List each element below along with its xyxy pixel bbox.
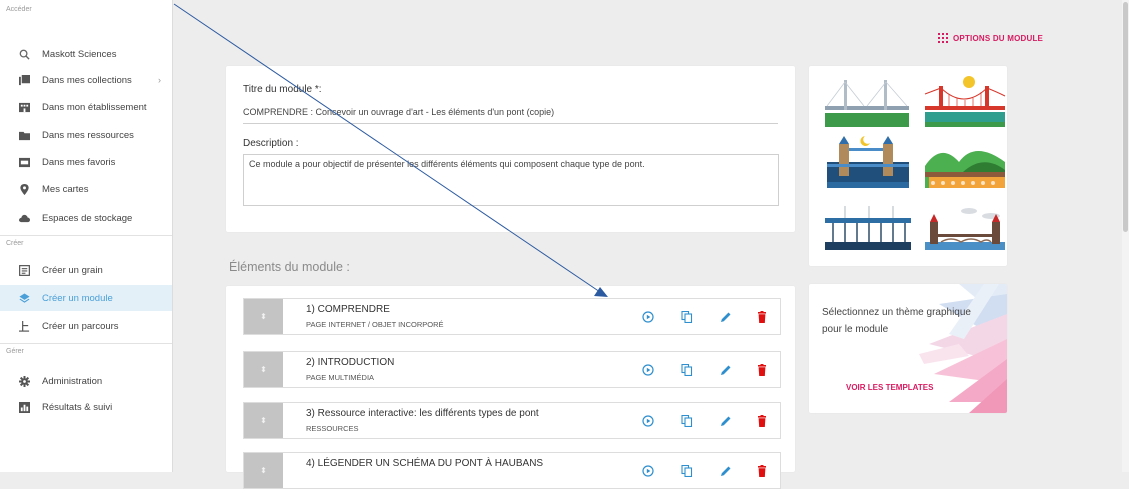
drag-handle[interactable]: ⬍ bbox=[244, 299, 283, 334]
element-title: 3) Ressource interactive: les différents… bbox=[306, 408, 539, 419]
collections-icon bbox=[19, 74, 30, 86]
play-icon[interactable] bbox=[642, 465, 654, 477]
sidebar-item-favoris[interactable]: Dans mes favoris bbox=[0, 149, 172, 175]
search-icon bbox=[19, 49, 30, 60]
element-row[interactable]: ⬍ 3) Ressource interactive: les différen… bbox=[243, 402, 781, 439]
copy-icon[interactable] bbox=[681, 364, 693, 376]
sidebar-section-manage: Gérer bbox=[6, 348, 24, 355]
sidebar-item-etablissement[interactable]: Dans mon établissement bbox=[0, 94, 172, 120]
element-title: 4) LÉGENDER UN SCHÉMA DU PONT À HAUBANS bbox=[306, 458, 544, 469]
element-type: PAGE INTERNET / OBJET INCORPORÉ bbox=[306, 320, 444, 329]
element-row[interactable]: ⬍ 1) COMPRENDRE PAGE INTERNET / OBJET IN… bbox=[243, 298, 781, 335]
delete-icon[interactable] bbox=[756, 364, 768, 376]
drag-handle[interactable]: ⬍ bbox=[244, 453, 283, 488]
folder-icon bbox=[19, 130, 30, 141]
gear-icon bbox=[19, 375, 30, 387]
map-pin-icon bbox=[19, 183, 30, 195]
element-title: 2) INTRODUCTION bbox=[306, 357, 395, 368]
play-icon[interactable] bbox=[642, 311, 654, 323]
delete-icon[interactable] bbox=[756, 311, 768, 323]
edit-icon[interactable] bbox=[720, 465, 732, 477]
play-icon[interactable] bbox=[642, 415, 654, 427]
element-type: RESSOURCES bbox=[306, 424, 359, 433]
sidebar-item-label: Créer un parcours bbox=[42, 320, 119, 332]
title-input[interactable]: COMPRENDRE : Concevoir un ouvrage d'art … bbox=[243, 107, 778, 124]
module-options-button[interactable]: OPTIONS DU MODULE bbox=[938, 33, 1043, 43]
module-options-label: OPTIONS DU MODULE bbox=[953, 33, 1044, 43]
sidebar-item-label: Espaces de stockage bbox=[42, 212, 133, 224]
sidebar-item-maskott-sciences[interactable]: Maskott Sciences bbox=[0, 41, 172, 67]
element-row[interactable]: ⬍ 2) INTRODUCTION PAGE MULTIMÉDIA bbox=[243, 351, 781, 388]
path-icon bbox=[19, 320, 30, 332]
sidebar-item-label: Administration bbox=[42, 375, 103, 387]
building-icon bbox=[19, 102, 30, 113]
view-templates-link[interactable]: VOIR LES TEMPLATES bbox=[846, 383, 933, 392]
sidebar-item-administration[interactable]: Administration bbox=[0, 368, 172, 394]
favorites-icon bbox=[19, 157, 30, 168]
title-label: Titre du module *: bbox=[243, 84, 322, 95]
theme-selector-text: Sélectionnez un thème graphique pour le … bbox=[822, 307, 971, 335]
sidebar-item-label: Dans mes collections bbox=[42, 74, 132, 86]
element-type: PAGE MULTIMÉDIA bbox=[306, 373, 375, 382]
theme-preview-card[interactable] bbox=[809, 66, 1007, 266]
elements-section-title: Éléments du module : bbox=[229, 260, 350, 274]
sidebar-item-ressources[interactable]: Dans mes ressources bbox=[0, 122, 172, 148]
sidebar-divider bbox=[0, 235, 172, 236]
grain-icon bbox=[19, 264, 30, 276]
grid-icon bbox=[938, 33, 948, 43]
delete-icon[interactable] bbox=[756, 415, 768, 427]
sidebar: Accéder Maskott Sciences Dans mes collec… bbox=[0, 0, 173, 472]
sidebar-section-access: Accéder bbox=[6, 6, 32, 13]
copy-icon[interactable] bbox=[681, 311, 693, 323]
description-textarea[interactable]: Ce module a pour objectif de présenter l… bbox=[243, 154, 779, 206]
copy-icon[interactable] bbox=[681, 415, 693, 427]
drag-handle[interactable]: ⬍ bbox=[244, 403, 283, 438]
scrollbar-thumb[interactable] bbox=[1123, 2, 1128, 232]
module-form-card: Titre du module *: COMPRENDRE : Concevoi… bbox=[226, 66, 795, 232]
play-icon[interactable] bbox=[642, 364, 654, 376]
sidebar-item-label: Créer un grain bbox=[42, 264, 103, 276]
layers-icon bbox=[19, 292, 30, 304]
page-scrollbar[interactable] bbox=[1122, 0, 1129, 472]
sidebar-item-stockage[interactable]: Espaces de stockage bbox=[0, 205, 172, 231]
edit-icon[interactable] bbox=[720, 364, 732, 376]
edit-icon[interactable] bbox=[720, 415, 732, 427]
sidebar-item-creer-parcours[interactable]: Créer un parcours bbox=[0, 313, 172, 339]
element-title: 1) COMPRENDRE bbox=[306, 304, 390, 315]
element-row[interactable]: ⬍ 4) LÉGENDER UN SCHÉMA DU PONT À HAUBAN… bbox=[243, 452, 781, 489]
bridge-illustrations-image bbox=[825, 76, 1006, 250]
sidebar-item-label: Dans mon établissement bbox=[42, 101, 147, 113]
drag-handle-icon: ⬍ bbox=[260, 365, 267, 374]
copy-icon[interactable] bbox=[681, 465, 693, 477]
sidebar-section-create: Créer bbox=[6, 240, 24, 247]
sidebar-item-label: Mes cartes bbox=[42, 183, 89, 195]
cloud-icon bbox=[19, 213, 30, 224]
sidebar-item-label: Dans mes ressources bbox=[42, 129, 134, 141]
delete-icon[interactable] bbox=[756, 465, 768, 477]
sidebar-item-creer-grain[interactable]: Créer un grain bbox=[0, 257, 172, 283]
drag-handle-icon: ⬍ bbox=[260, 416, 267, 425]
sidebar-item-cartes[interactable]: Mes cartes bbox=[0, 176, 172, 202]
edit-icon[interactable] bbox=[720, 311, 732, 323]
sidebar-item-label: Maskott Sciences bbox=[42, 48, 117, 60]
drag-handle-icon: ⬍ bbox=[260, 466, 267, 475]
drag-handle[interactable]: ⬍ bbox=[244, 352, 283, 387]
sidebar-item-label: Dans mes favoris bbox=[42, 156, 116, 168]
chevron-right-icon: › bbox=[158, 75, 161, 85]
sidebar-divider bbox=[0, 343, 172, 344]
sidebar-item-resultats[interactable]: Résultats & suivi bbox=[0, 394, 172, 420]
sidebar-item-collections[interactable]: Dans mes collections › bbox=[0, 67, 172, 93]
description-label: Description : bbox=[243, 138, 299, 149]
chart-icon bbox=[19, 401, 30, 413]
drag-handle-icon: ⬍ bbox=[260, 312, 267, 321]
sidebar-item-label: Créer un module bbox=[42, 292, 113, 304]
sidebar-item-label: Résultats & suivi bbox=[42, 401, 113, 413]
sidebar-item-creer-module[interactable]: Créer un module bbox=[0, 285, 172, 311]
